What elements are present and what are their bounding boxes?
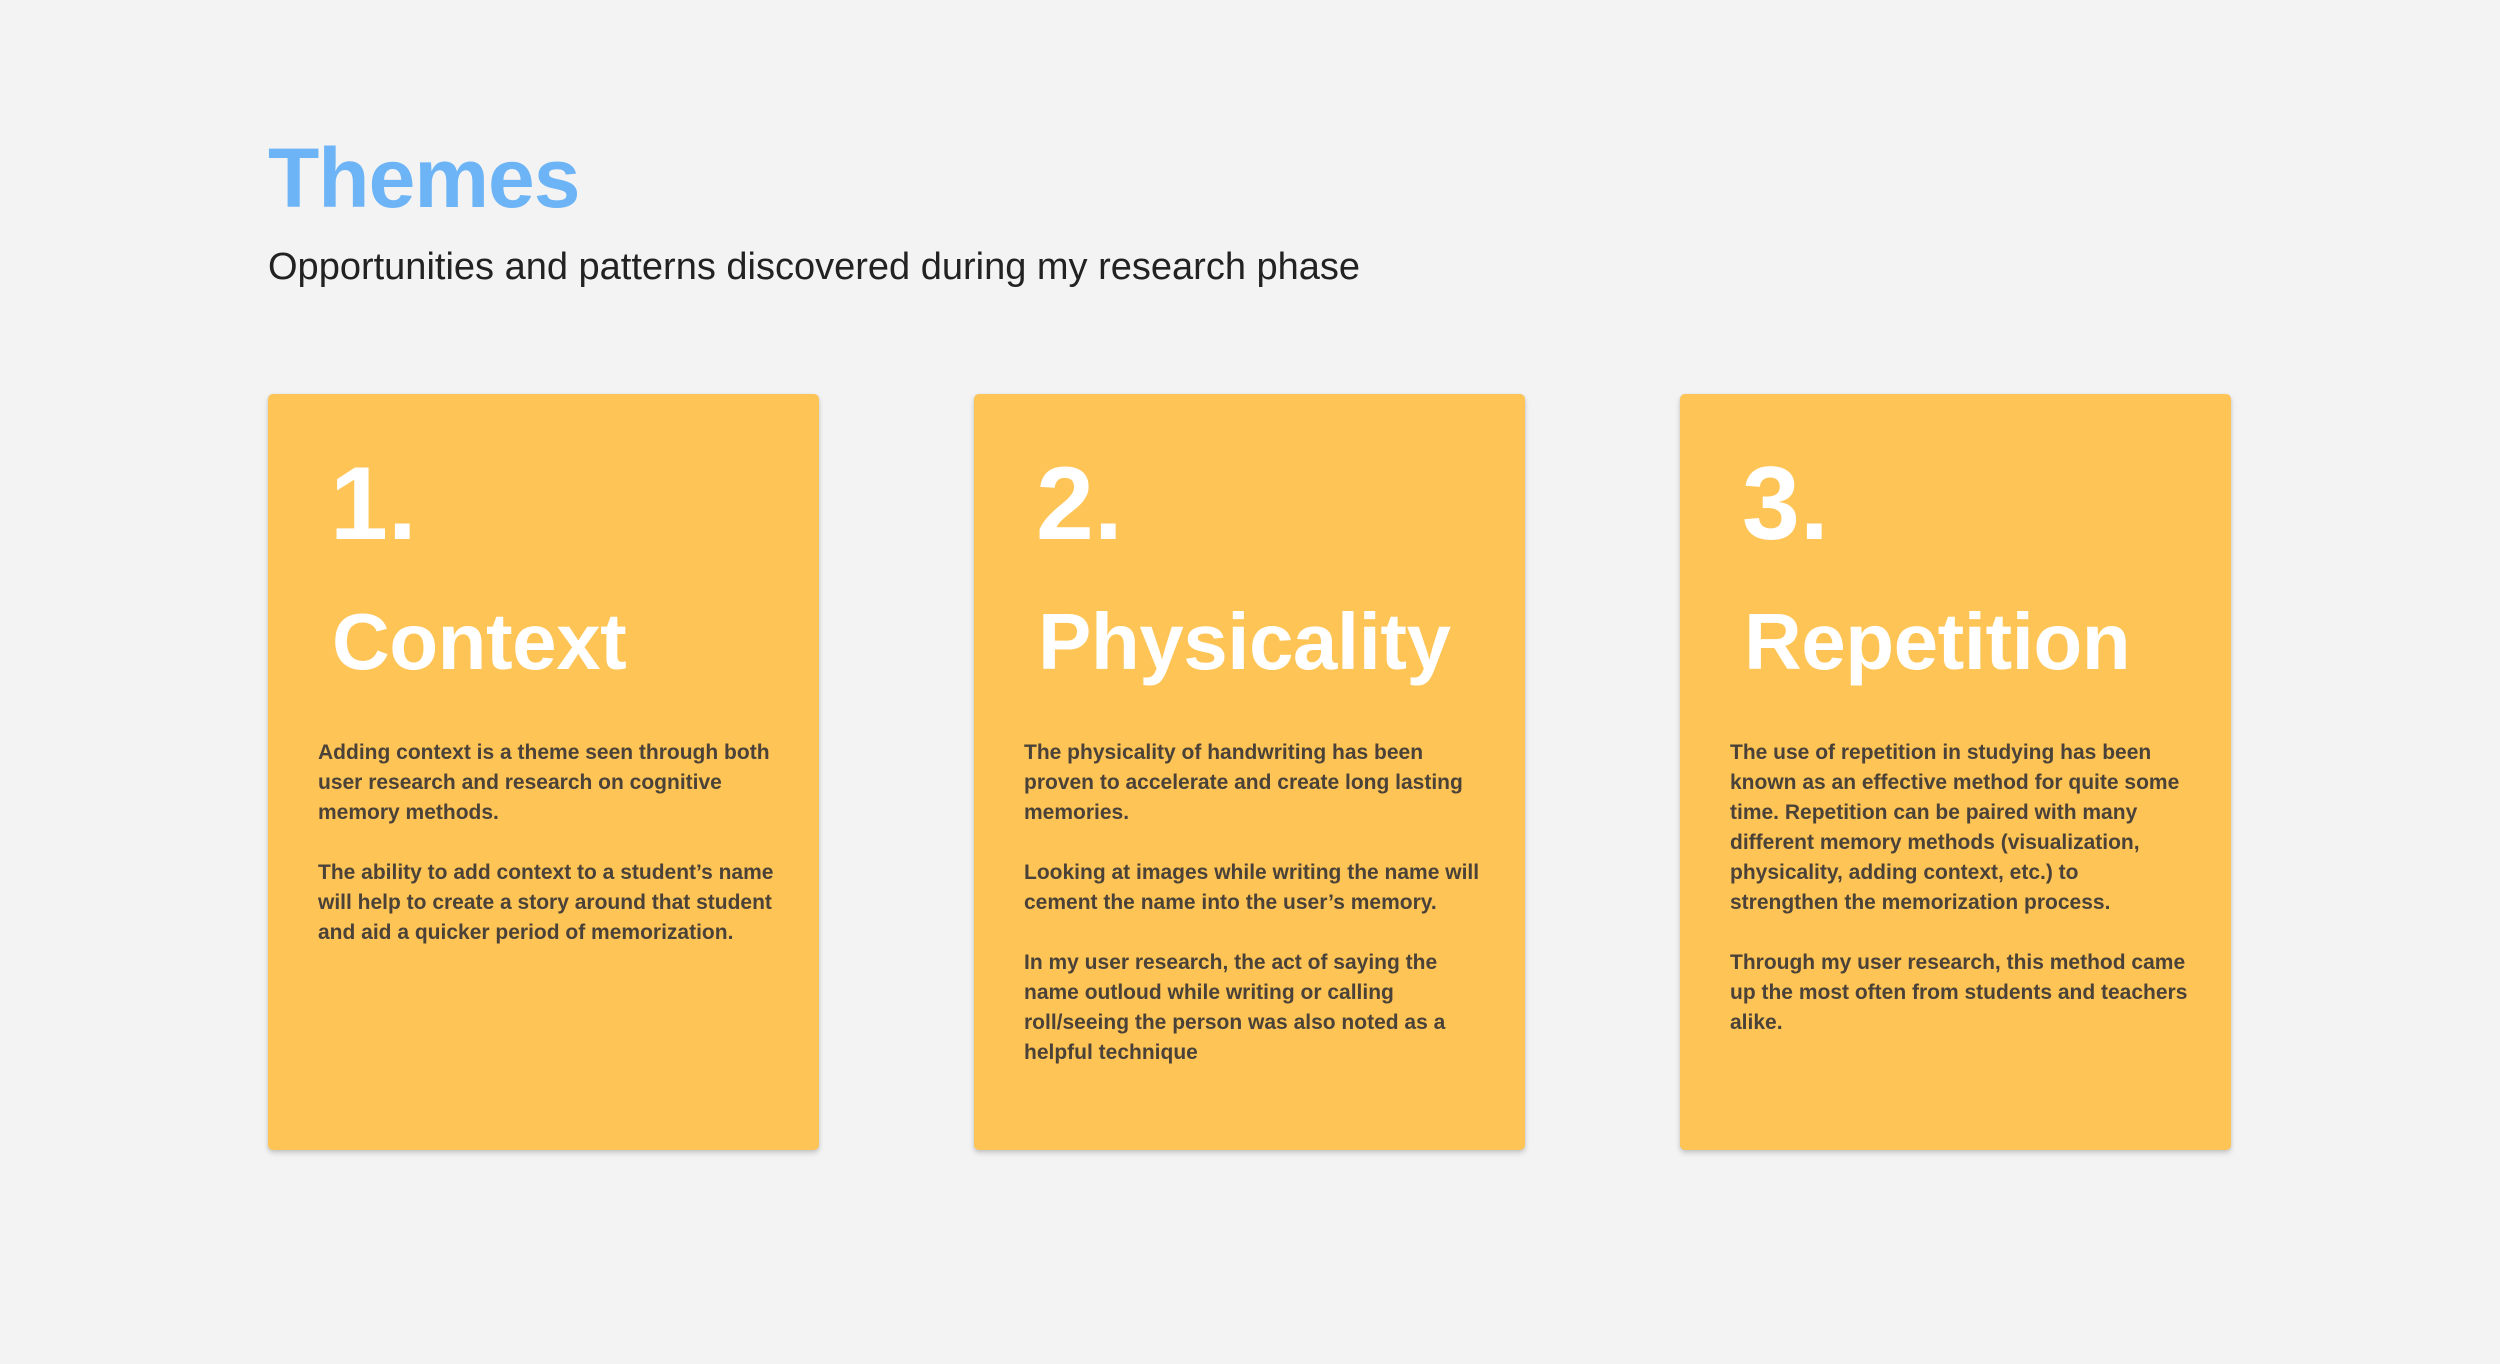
card-paragraph: Through my user research, this method ca… [1730,951,2188,1034]
theme-card-context: 1. Context Adding context is a theme see… [268,394,819,1150]
card-paragraph: Adding context is a theme seen through b… [318,741,770,824]
card-paragraph: In my user research, the act of saying t… [1024,951,1446,1064]
page-subtitle: Opportunities and patterns discovered du… [268,246,1361,288]
card-number: 1. [330,446,417,562]
theme-card-physicality: 2. Physicality The physicality of handwr… [974,394,1525,1150]
card-paragraph: Looking at images while writing the name… [1024,861,1480,914]
card-heading: Repetition [1744,597,2131,686]
card-number: 3. [1742,446,1829,562]
card-heading: Context [332,597,627,686]
card-body: Adding context is a theme seen through b… [318,738,778,978]
card-paragraph: The use of repetition in studying has be… [1730,741,2180,914]
card-paragraph: The ability to add context to a student’… [318,861,774,944]
card-body: The use of repetition in studying has be… [1730,738,2190,1068]
page-title: Themes [268,131,580,225]
card-heading: Physicality [1038,597,1451,686]
card-paragraph: The physicality of handwriting has been … [1024,741,1463,824]
card-body: The physicality of handwriting has been … [1024,738,1484,1098]
theme-card-repetition: 3. Repetition The use of repetition in s… [1680,394,2231,1150]
card-number: 2. [1036,446,1123,562]
